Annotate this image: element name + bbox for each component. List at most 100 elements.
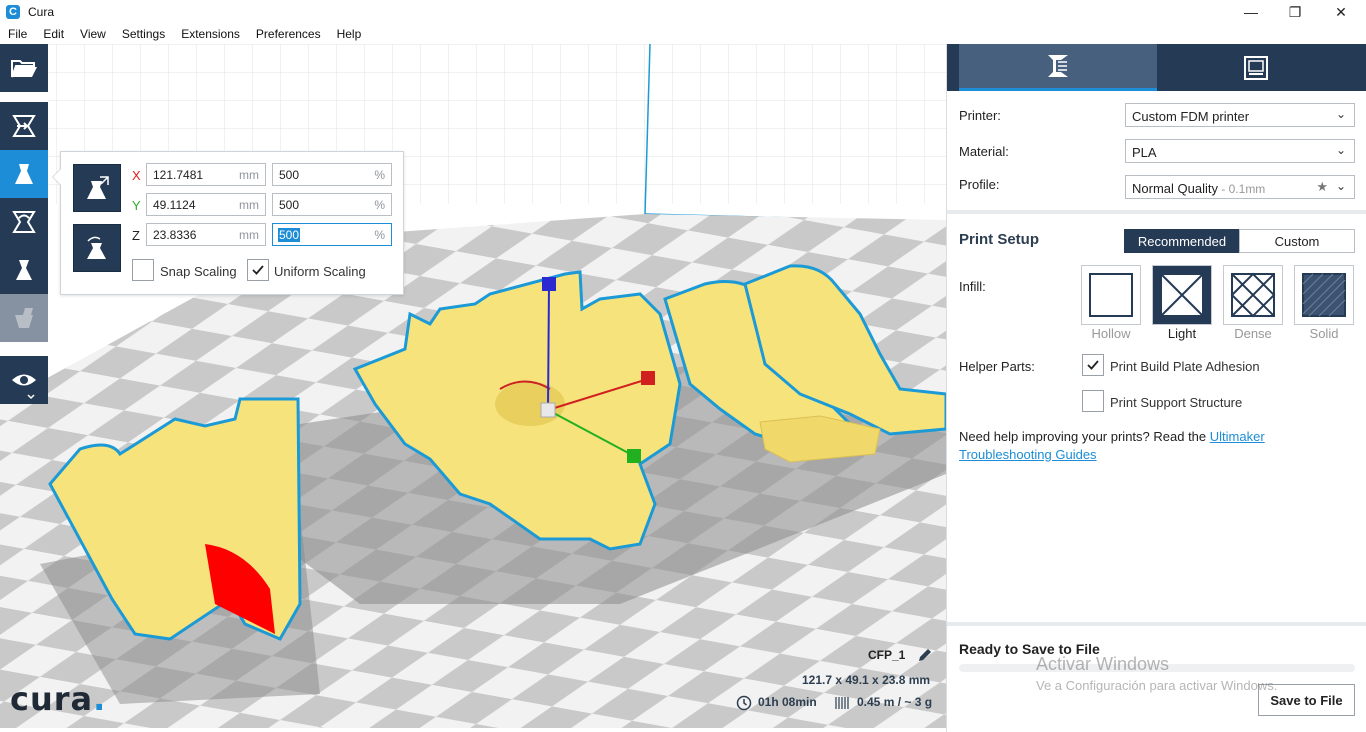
minimize-button[interactable]: — bbox=[1228, 0, 1274, 24]
tab-prepare[interactable] bbox=[959, 44, 1157, 91]
chevron-down-icon: ⌄ bbox=[1335, 179, 1346, 193]
mm-unit: mm bbox=[239, 168, 259, 182]
infill-light-label: Light bbox=[1167, 326, 1197, 341]
scale-tool-button[interactable] bbox=[0, 150, 48, 198]
mirror-icon bbox=[16, 260, 32, 280]
scale-icon bbox=[15, 164, 33, 184]
profile-value: Normal Quality - 0.1mm bbox=[1132, 181, 1266, 196]
help-text: Need help improving your prints? Read th… bbox=[959, 429, 1265, 462]
menu-settings[interactable]: Settings bbox=[114, 27, 173, 41]
support-structure-label: Print Support Structure bbox=[1110, 395, 1243, 410]
job-name[interactable]: CFP_1 bbox=[868, 648, 905, 662]
build-plate-viewport[interactable] bbox=[0, 44, 946, 728]
mm-unit: mm bbox=[239, 198, 259, 212]
infill-dense-option[interactable] bbox=[1223, 265, 1283, 325]
per-model-settings-button[interactable] bbox=[0, 294, 48, 342]
z-percent-input[interactable]: 500 % bbox=[272, 223, 392, 246]
menu-help[interactable]: Help bbox=[329, 27, 370, 41]
cura-app-icon: C bbox=[6, 5, 20, 19]
material-label: Material: bbox=[959, 144, 1009, 159]
z-mm-input[interactable]: 23.8336 mm bbox=[146, 223, 266, 246]
infill-hollow-label: Hollow bbox=[1091, 326, 1131, 341]
open-file-button[interactable] bbox=[0, 44, 48, 92]
support-structure-checkbox[interactable] bbox=[1082, 390, 1104, 412]
view-mode-button[interactable] bbox=[0, 356, 48, 404]
clock-icon bbox=[736, 695, 752, 711]
rotate-tool-button[interactable] bbox=[0, 198, 48, 246]
x-mm-value: 121.7481 bbox=[153, 168, 204, 182]
profile-label: Profile: bbox=[959, 177, 1000, 192]
model-dimensions: 121.7 x 49.1 x 23.8 mm bbox=[802, 673, 931, 687]
infill-solid-label: Solid bbox=[1309, 326, 1339, 341]
print-setup-title: Print Setup bbox=[959, 231, 1040, 248]
gizmo-z-handle[interactable] bbox=[542, 277, 556, 291]
menu-edit[interactable]: Edit bbox=[35, 27, 72, 41]
chevron-down-icon: ⌄ bbox=[1335, 143, 1346, 157]
x-percent-input[interactable]: 500 % bbox=[272, 163, 392, 186]
snap-scaling-checkbox[interactable] bbox=[132, 259, 154, 281]
menu-view[interactable]: View bbox=[72, 27, 114, 41]
y-percent-input[interactable]: 500 % bbox=[272, 193, 392, 216]
gizmo-z-axis[interactable] bbox=[547, 283, 550, 411]
divider bbox=[947, 622, 1366, 626]
tab-monitor[interactable] bbox=[1157, 44, 1355, 91]
y-mm-input[interactable]: 49.1124 mm bbox=[146, 193, 266, 216]
mode-custom-button[interactable]: Custom bbox=[1239, 229, 1355, 253]
menu-bar: File Edit View Settings Extensions Prefe… bbox=[0, 24, 1366, 44]
print-settings-icon bbox=[1048, 55, 1068, 77]
gizmo-y-handle[interactable] bbox=[627, 449, 641, 463]
material-select[interactable]: PLA ⌄ bbox=[1125, 139, 1355, 163]
y-axis-label: Y bbox=[132, 198, 141, 213]
build-plate-adhesion-checkbox[interactable] bbox=[1082, 354, 1104, 376]
infill-solid-option[interactable] bbox=[1294, 265, 1354, 325]
monitor-icon bbox=[1244, 55, 1268, 80]
sidebar-header bbox=[947, 44, 1366, 91]
z-axis-label: Z bbox=[132, 228, 140, 243]
edit-pencil-icon[interactable] bbox=[916, 646, 934, 664]
snap-scaling-label: Snap Scaling bbox=[160, 264, 237, 279]
print-time: 01h 08min bbox=[758, 695, 817, 709]
cura-logo: cura. bbox=[10, 680, 107, 718]
infill-solid-icon bbox=[1302, 273, 1346, 317]
printer-select[interactable]: Custom FDM printer ⌄ bbox=[1125, 103, 1355, 127]
divider bbox=[947, 210, 1366, 214]
translate-icon bbox=[12, 115, 36, 137]
maximize-button[interactable]: ❐ bbox=[1272, 0, 1318, 24]
uniform-scaling-checkbox[interactable] bbox=[247, 259, 269, 281]
translate-tool-button[interactable] bbox=[0, 102, 48, 150]
x-axis-label: X bbox=[132, 168, 141, 183]
mirror-tool-button[interactable] bbox=[0, 246, 48, 294]
close-button[interactable]: ✕ bbox=[1318, 0, 1364, 24]
printer-label: Printer: bbox=[959, 108, 1001, 123]
3d-scene[interactable] bbox=[0, 44, 946, 728]
chevron-down-icon: ⌄ bbox=[1335, 107, 1346, 121]
scale-tool-panel: X 121.7481 mm 500 % Y 49.1124 mm 500 % Z… bbox=[52, 151, 404, 295]
printer-value: Custom FDM printer bbox=[1132, 109, 1250, 124]
profile-select[interactable]: Normal Quality - 0.1mm ★ ⌄ bbox=[1125, 175, 1355, 199]
infill-light-icon bbox=[1160, 273, 1204, 317]
infill-dense-icon bbox=[1230, 272, 1276, 318]
menu-preferences[interactable]: Preferences bbox=[248, 27, 329, 41]
star-icon[interactable]: ★ bbox=[1316, 179, 1328, 195]
gizmo-x-handle[interactable] bbox=[641, 371, 655, 385]
checkmark-icon bbox=[252, 265, 264, 275]
gizmo-center-handle[interactable] bbox=[540, 402, 556, 418]
infill-light-option[interactable] bbox=[1152, 265, 1212, 325]
scale-to-max-icon bbox=[87, 176, 109, 199]
y-percent-value: 500 bbox=[279, 198, 300, 212]
reset-scale-button[interactable] bbox=[73, 224, 121, 272]
eye-icon bbox=[12, 374, 36, 400]
activation-watermark-hint: Ve a Configuración para activar Windows. bbox=[1036, 678, 1278, 693]
menu-file[interactable]: File bbox=[0, 27, 35, 41]
mm-unit: mm bbox=[239, 228, 259, 242]
rotate-icon bbox=[12, 211, 36, 233]
scale-to-max-button[interactable] bbox=[73, 164, 121, 212]
window-title: Cura bbox=[28, 5, 55, 19]
menu-extensions[interactable]: Extensions bbox=[173, 27, 248, 41]
build-plate-adhesion-label: Print Build Plate Adhesion bbox=[1110, 359, 1260, 374]
per-model-settings-icon bbox=[15, 308, 33, 328]
x-mm-input[interactable]: 121.7481 mm bbox=[146, 163, 266, 186]
mode-recommended-button[interactable]: Recommended bbox=[1124, 229, 1240, 253]
settings-sidebar: Printer: Custom FDM printer ⌄ Material: … bbox=[946, 44, 1366, 732]
infill-hollow-option[interactable] bbox=[1081, 265, 1141, 325]
